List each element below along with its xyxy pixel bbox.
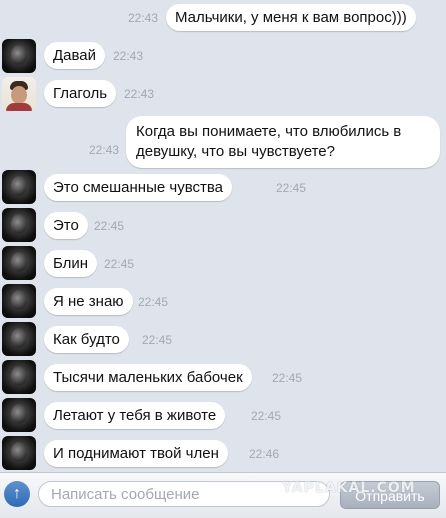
message-bubble: Давай — [44, 42, 106, 69]
user-avatar[interactable] — [2, 360, 36, 394]
message-bubble: Блин — [44, 250, 98, 277]
message-time: 22:43 — [89, 143, 120, 157]
message-time: 22:45 — [104, 257, 135, 271]
user-avatar[interactable] — [2, 77, 36, 111]
message-time: 22:45 — [276, 181, 307, 195]
message-time: 22:45 — [251, 409, 282, 423]
avatar-face — [11, 86, 27, 104]
user-avatar[interactable] — [2, 436, 36, 470]
user-avatar[interactable] — [2, 208, 36, 242]
message-bubble: Когда вы понимаете, что влюбились в деву… — [126, 116, 440, 168]
message-bubble: И поднимают твой член — [44, 440, 228, 467]
message-time: 22:45 — [138, 295, 169, 309]
arrow-up-icon: ↑ — [13, 485, 21, 502]
message-bubble: Тысячи маленьких бабочек — [44, 364, 252, 391]
avatar-shirt — [6, 103, 32, 111]
message-time: 22:45 — [94, 219, 125, 233]
message-bubble: Мальчики, у меня к вам вопрос))) — [166, 4, 416, 31]
message-bubble: Как будто — [44, 326, 129, 353]
message-bubble: Я не знаю — [44, 288, 133, 315]
user-avatar[interactable] — [2, 322, 36, 356]
user-avatar[interactable] — [2, 39, 36, 73]
message-time: 22:45 — [272, 371, 303, 385]
user-avatar[interactable] — [2, 398, 36, 432]
user-avatar[interactable] — [2, 284, 36, 318]
message-bubble: Глаголь — [44, 80, 117, 107]
message-time: 22:43 — [124, 87, 155, 101]
chat-area: 22:43 Мальчики, у меня к вам вопрос))) Д… — [0, 0, 446, 472]
message-bubble: Это — [44, 212, 88, 239]
message-bubble: Это смешанные чувства — [44, 174, 233, 201]
user-avatar[interactable] — [2, 246, 36, 280]
message-time: 22:43 — [113, 49, 144, 63]
message-time: 22:45 — [142, 333, 173, 347]
message-bubble: Летают у тебя в животе — [44, 402, 226, 429]
message-time: 22:46 — [249, 447, 280, 461]
upload-button[interactable]: ↑ — [4, 481, 30, 507]
watermark: YAPLAKAL.COM — [282, 480, 416, 496]
message-time: 22:43 — [128, 11, 159, 25]
user-avatar[interactable] — [2, 170, 36, 204]
